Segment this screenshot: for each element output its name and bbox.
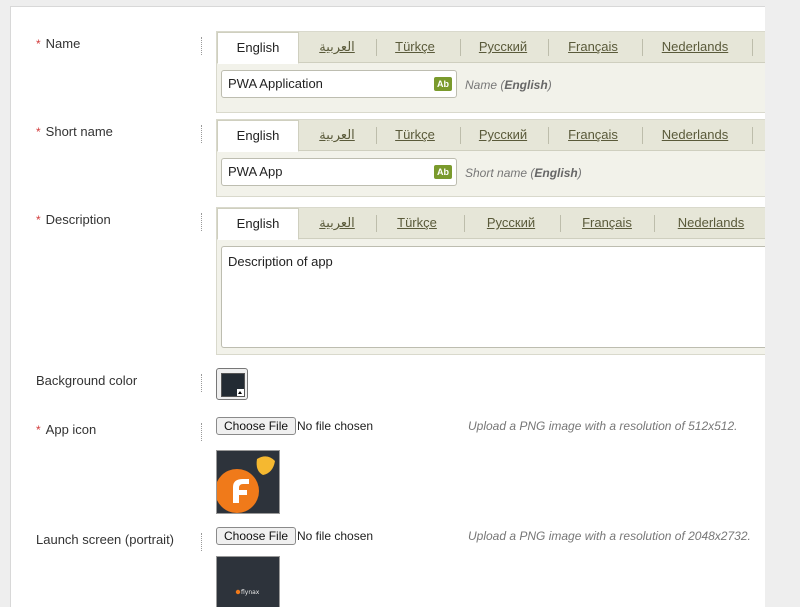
short-name-hint: Short name (English) [465, 166, 582, 180]
tab-divider [548, 127, 549, 144]
color-picker[interactable] [216, 368, 248, 400]
label-separator [201, 374, 202, 392]
background-color-row: Background color [11, 362, 765, 412]
description-textarea[interactable]: Description of app [221, 246, 765, 348]
description-row: * Description English العربية Türkçe Русс… [11, 183, 765, 355]
app-icon-label: * App icon [36, 422, 97, 437]
tab-arabic[interactable]: العربية [309, 32, 365, 62]
background-color-label: Background color [36, 373, 138, 388]
tab-divider [376, 127, 377, 144]
flynax-logo-icon [217, 451, 279, 513]
launch-screen-choose-file-button[interactable]: Choose File [216, 527, 297, 545]
label-separator [201, 213, 202, 231]
language-tabs: English العربية Türkçe Русский Français … [217, 208, 765, 240]
form-panel: * Name English العربية Türkçe Русский Fra… [10, 6, 765, 607]
name-input-value: PWA Application [228, 76, 323, 91]
name-input[interactable]: PWA Application Ab [221, 70, 457, 98]
tab-turkish[interactable]: Türkçe [389, 208, 445, 238]
required-marker: * [36, 37, 41, 51]
short-name-input[interactable]: PWA App Ab [221, 158, 457, 186]
description-label: * Description [36, 212, 111, 227]
label-separator [201, 125, 202, 143]
launch-screen-preview: flynax [216, 556, 280, 607]
tab-divider [752, 127, 753, 144]
tab-divider [560, 215, 561, 232]
short-name-input-value: PWA App [228, 164, 283, 179]
tab-dutch[interactable]: Nederlands [669, 208, 753, 238]
app-icon-choose-file-button[interactable]: Choose File [216, 417, 297, 435]
translate-icon[interactable]: Ab [434, 77, 452, 91]
label-separator [201, 37, 202, 55]
tab-french[interactable]: Français [573, 208, 641, 238]
tab-english[interactable]: English [217, 120, 299, 152]
tab-divider [642, 39, 643, 56]
tab-turkish[interactable]: Türkçe [387, 32, 443, 62]
required-marker: * [36, 125, 41, 139]
app-icon-file-status: No file chosen [297, 419, 374, 433]
splash-brand-text: flynax [241, 589, 260, 596]
name-hint: Name (English) [465, 78, 552, 92]
tab-russian[interactable]: Русский [479, 208, 543, 238]
tab-divider [654, 215, 655, 232]
tab-arabic[interactable]: العربية [309, 208, 365, 238]
launch-screen-hint: Upload a PNG image with a resolution of … [468, 529, 751, 543]
tab-divider [376, 39, 377, 56]
tab-divider [752, 39, 753, 56]
tab-dutch[interactable]: Nederlands [653, 32, 737, 62]
tab-divider [460, 39, 461, 56]
tab-french[interactable]: Français [559, 32, 627, 62]
language-tabs: English العربية Türkçe Русский Français … [217, 32, 765, 64]
tab-divider [460, 127, 461, 144]
description-value: Description of app [228, 254, 333, 269]
tab-russian[interactable]: Русский [471, 120, 535, 150]
tab-divider [376, 215, 377, 232]
app-icon-hint: Upload a PNG image with a resolution of … [468, 419, 738, 433]
description-field-group: English العربية Türkçe Русский Français … [216, 207, 765, 355]
tab-turkish[interactable]: Türkçe [387, 120, 443, 150]
label-separator [201, 423, 202, 441]
tab-arabic[interactable]: العربية [309, 120, 365, 150]
tab-english[interactable]: English [217, 208, 299, 240]
tab-russian[interactable]: Русский [471, 32, 535, 62]
required-marker: * [36, 213, 41, 227]
tab-english[interactable]: English [217, 32, 299, 64]
translate-icon[interactable]: Ab [434, 165, 452, 179]
app-icon-row: * App icon Choose File No file chosen Upl… [11, 412, 765, 522]
app-icon-preview [216, 450, 280, 514]
language-tabs: English العربية Türkçe Русский Français … [217, 120, 765, 152]
name-label: * Name [36, 36, 81, 51]
required-marker: * [36, 423, 41, 437]
tab-divider [642, 127, 643, 144]
label-separator [201, 533, 202, 551]
short-name-label: * Short name [36, 124, 113, 139]
tab-divider [548, 39, 549, 56]
tab-french[interactable]: Français [559, 120, 627, 150]
tab-dutch[interactable]: Nederlands [653, 120, 737, 150]
picker-arrow-icon [237, 389, 244, 396]
launch-screen-row: Launch screen (portrait) Choose File No … [11, 522, 765, 607]
tab-divider [464, 215, 465, 232]
launch-screen-label: Launch screen (portrait) [36, 532, 175, 547]
launch-screen-file-status: No file chosen [297, 529, 374, 543]
